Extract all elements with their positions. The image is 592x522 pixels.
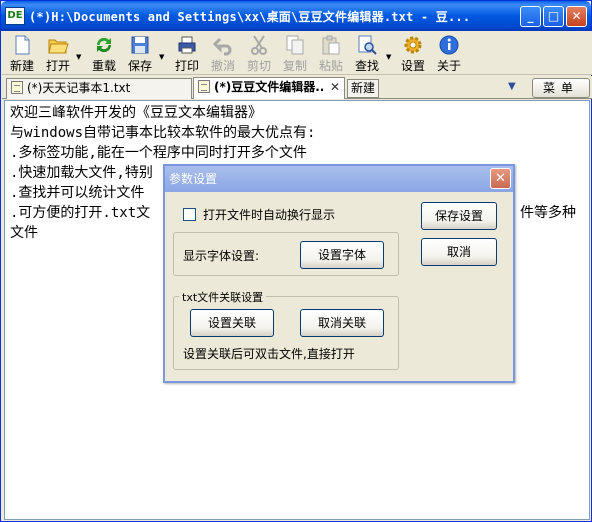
close-button[interactable]: ✕ bbox=[566, 6, 587, 27]
file-association-legend: txt文件关联设置 bbox=[179, 289, 267, 305]
editor-line: 与windows自带记事本比较本软件的最大优点有: bbox=[10, 125, 316, 141]
set-association-button[interactable]: 设置关联 bbox=[190, 309, 274, 337]
remove-association-button[interactable]: 取消关联 bbox=[300, 309, 384, 337]
save-button[interactable]: 保存 bbox=[126, 34, 154, 74]
wrap-checkbox[interactable] bbox=[183, 208, 196, 221]
info-icon bbox=[439, 35, 459, 55]
undo-button[interactable]: 撤消 bbox=[209, 34, 237, 74]
tab-bar: (*)天天记事本1.txt (*)豆豆文件编辑器.. ✕ 新建 ▼ 菜单 bbox=[2, 76, 592, 99]
dialog-title[interactable]: 参数设置 bbox=[165, 166, 513, 192]
set-font-button[interactable]: 设置字体 bbox=[300, 241, 384, 269]
editor-line: .多标签功能,能在一个程序中同时打开多个文件 bbox=[10, 145, 307, 161]
maximize-button[interactable]: □ bbox=[543, 6, 564, 27]
paste-icon bbox=[322, 35, 340, 55]
wrap-checkbox-label[interactable]: 打开文件时自动换行显示 bbox=[203, 206, 335, 223]
new-file-icon bbox=[15, 35, 30, 55]
editor-line-tail: 件等多种 bbox=[520, 205, 576, 221]
folder-open-icon bbox=[48, 39, 69, 54]
copy-icon bbox=[286, 35, 304, 55]
window-title: (*)H:\Documents and Settings\xx\桌面\豆豆文件编… bbox=[29, 10, 471, 24]
document-icon bbox=[198, 80, 210, 93]
wrap-option: 打开文件时自动换行显示 bbox=[173, 198, 399, 226]
tab-notepad[interactable]: (*)天天记事本1.txt bbox=[6, 78, 192, 99]
scissors-icon bbox=[251, 35, 267, 55]
undo-icon bbox=[212, 37, 232, 56]
document-icon bbox=[11, 81, 23, 94]
app-icon[interactable]: DE bbox=[5, 7, 25, 25]
menu-button[interactable]: 菜单 bbox=[532, 78, 590, 98]
tab-close-icon[interactable]: ✕ bbox=[330, 78, 340, 97]
font-group: 显示字体设置: 设置字体 bbox=[173, 232, 399, 276]
tab-label: (*)豆豆文件编辑器.. bbox=[214, 80, 325, 94]
tab-editor[interactable]: (*)豆豆文件编辑器.. ✕ bbox=[193, 77, 345, 99]
print-button[interactable]: 打印 bbox=[173, 34, 201, 74]
reload-button[interactable]: 重载 bbox=[90, 34, 118, 74]
save-settings-button[interactable]: 保存设置 bbox=[421, 202, 497, 230]
editor-line: 欢迎三峰软件开发的《豆豆文本编辑器》 bbox=[10, 105, 262, 121]
toolbar: 新建 打开 ▼ 重载 保存 ▼ 打印 撤消 剪切 复制 粘贴 查找 ▼ 设置 关… bbox=[2, 31, 592, 75]
paste-button[interactable]: 粘贴 bbox=[317, 34, 345, 74]
settings-button[interactable]: 设置 bbox=[399, 34, 427, 74]
settings-dialog: 参数设置 ✕ 打开文件时自动换行显示 显示字体设置: 设置字体 txt文件关联设… bbox=[163, 164, 515, 383]
find-icon bbox=[358, 35, 377, 55]
open-dropdown-icon[interactable]: ▼ bbox=[76, 53, 83, 61]
font-label: 显示字体设置: bbox=[183, 249, 260, 263]
gear-icon bbox=[404, 36, 422, 54]
tab-label: (*)天天记事本1.txt bbox=[27, 81, 131, 95]
app-window: DE (*)H:\Documents and Settings\xx\桌面\豆豆… bbox=[0, 0, 592, 522]
cancel-button[interactable]: 取消 bbox=[421, 238, 497, 266]
file-association-group: txt文件关联设置 设置关联 取消关联 设置关联后可双击文件,直接打开 bbox=[173, 289, 399, 370]
association-hint: 设置关联后可双击文件,直接打开 bbox=[183, 347, 355, 361]
new-button[interactable]: 新建 bbox=[8, 34, 36, 74]
print-icon bbox=[178, 36, 196, 54]
cut-button[interactable]: 剪切 bbox=[245, 34, 273, 74]
save-icon bbox=[131, 36, 149, 54]
find-button[interactable]: 查找 bbox=[353, 34, 381, 74]
find-dropdown-icon[interactable]: ▼ bbox=[386, 53, 393, 61]
tab-list-dropdown-icon[interactable]: ▼ bbox=[508, 81, 516, 92]
copy-button[interactable]: 复制 bbox=[281, 34, 309, 74]
title-bar[interactable]: DE (*)H:\Documents and Settings\xx\桌面\豆豆… bbox=[1, 1, 591, 31]
minimize-button[interactable]: _ bbox=[520, 6, 541, 27]
dialog-close-button[interactable]: ✕ bbox=[490, 168, 511, 189]
reload-icon bbox=[96, 37, 112, 53]
about-button[interactable]: 关于 bbox=[435, 34, 463, 74]
save-dropdown-icon[interactable]: ▼ bbox=[159, 53, 166, 61]
new-tab-button[interactable]: 新建 bbox=[347, 79, 380, 98]
open-button[interactable]: 打开 bbox=[44, 34, 72, 74]
